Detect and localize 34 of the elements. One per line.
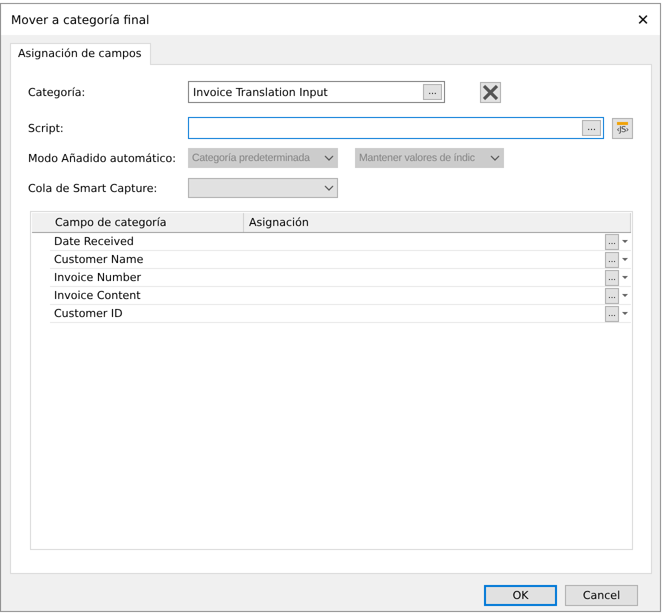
field-label: Cola de Smart Capture:: [28, 182, 158, 194]
dropdown-value: Mantener valores de índic: [359, 152, 476, 164]
close-icon: [482, 84, 499, 100]
browse-button[interactable]: ...: [423, 84, 442, 100]
tab[interactable]: Asignación de campos: [10, 43, 151, 65]
table-cell-text: Invoice Content: [53, 289, 142, 302]
script-field[interactable]: ...: [188, 117, 604, 139]
window-title: Mover a categoría final: [11, 12, 150, 26]
column-header: Asignación: [244, 213, 631, 232]
table-cell-text: Date Received: [53, 235, 135, 248]
script-button[interactable]: ‹JS›: [612, 118, 633, 138]
close-button[interactable]: ✕: [628, 4, 658, 34]
field-label: Script:: [28, 122, 65, 134]
dropdown-value: Categoría predeterminada: [192, 152, 311, 164]
field-label: Categoría:: [28, 86, 86, 98]
browse-button[interactable]: ...: [605, 306, 619, 322]
field-label: Modo Añadido automático:: [28, 152, 177, 164]
table-cell-text: Customer ID: [53, 307, 124, 320]
chevron-icon: [324, 155, 334, 161]
chevron-icon: [490, 155, 500, 161]
browse-button[interactable]: ...: [605, 234, 619, 250]
browse-button[interactable]: ...: [605, 270, 619, 286]
browse-button[interactable]: ...: [605, 252, 619, 268]
chevron-icon: [324, 185, 334, 191]
table-cell-text: Customer Name: [53, 253, 144, 266]
column-header: Campo de categoría: [50, 213, 244, 232]
category-field[interactable]: Invoice Translation Input ...: [188, 81, 445, 103]
clear-button[interactable]: [480, 82, 501, 102]
ok-button[interactable]: OK: [484, 585, 557, 606]
browse-button[interactable]: ...: [605, 288, 619, 304]
field-value: Invoice Translation Input: [193, 86, 329, 98]
browse-button[interactable]: ...: [582, 120, 602, 136]
table-cell-text: Invoice Number: [53, 271, 142, 284]
cancel-button[interactable]: Cancel: [565, 585, 638, 606]
